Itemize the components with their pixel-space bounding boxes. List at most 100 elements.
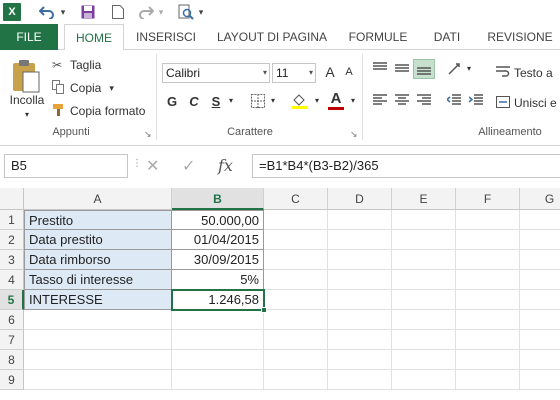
empty-cell[interactable] [24,330,172,350]
row-header[interactable]: 2 [0,230,24,250]
copy-button[interactable]: Copia ▾ [52,79,114,97]
save-icon[interactable] [78,2,98,22]
cell-b2[interactable]: 01/04/2015 [172,230,264,250]
empty-cell[interactable] [520,330,560,350]
cut-button[interactable]: ✂ Taglia [52,56,101,74]
empty-cell[interactable] [392,250,456,270]
row-header[interactable]: 7 [0,330,24,350]
empty-cell[interactable] [328,350,392,370]
enter-icon[interactable]: ✓ [182,156,195,176]
orientation-icon[interactable] [444,62,466,79]
italic-button[interactable]: C [186,94,202,109]
paste-dropdown-icon[interactable]: ▾ [20,108,34,120]
fill-handle[interactable] [261,307,267,313]
empty-cell[interactable] [264,250,328,270]
empty-cell[interactable] [456,330,520,350]
font-size-select[interactable]: 11 ▾ [272,63,316,83]
empty-cell[interactable] [264,310,328,330]
row-header[interactable]: 1 [0,210,24,230]
tab-inserisci[interactable]: INSERISCI [130,24,202,50]
empty-cell[interactable] [520,230,560,250]
borders-icon[interactable] [248,94,268,111]
empty-cell[interactable] [520,310,560,330]
new-icon[interactable] [108,2,128,22]
font-name-dropdown-icon[interactable]: ▾ [263,64,267,82]
empty-cell[interactable] [328,290,392,310]
clipboard-launcher-icon[interactable]: ↘ [144,129,152,140]
column-header[interactable]: F [456,188,520,210]
column-header[interactable]: E [392,188,456,210]
column-header[interactable]: C [264,188,328,210]
empty-cell[interactable] [456,210,520,230]
empty-cell[interactable] [456,370,520,390]
decrease-indent-icon[interactable] [444,94,464,109]
empty-cell[interactable] [392,330,456,350]
align-left-icon[interactable] [370,94,390,109]
empty-cell[interactable] [328,270,392,290]
name-box[interactable]: B5 [4,154,128,178]
tab-revisione[interactable]: REVISIONE [480,24,560,50]
empty-cell[interactable] [328,250,392,270]
bold-button[interactable]: G [164,94,180,109]
copy-dropdown-icon[interactable]: ▾ [109,83,114,94]
empty-cell[interactable] [520,350,560,370]
row-header[interactable]: 3 [0,250,24,270]
empty-cell[interactable] [328,310,392,330]
font-color-dropdown-icon[interactable]: ▾ [348,96,358,105]
align-middle-icon[interactable] [392,62,412,77]
tab-layout-di-pagina[interactable]: LAYOUT DI PAGINA [210,24,334,50]
empty-cell[interactable] [456,230,520,250]
empty-cell[interactable] [392,230,456,250]
align-top-icon[interactable] [370,62,390,77]
column-header[interactable]: D [328,188,392,210]
merge-center-button[interactable]: Unisci e [496,94,557,112]
empty-cell[interactable] [328,230,392,250]
empty-cell[interactable] [520,370,560,390]
empty-cell[interactable] [520,250,560,270]
font-name-select[interactable]: Calibri ▾ [162,63,270,83]
empty-cell[interactable] [328,330,392,350]
row-header-selected[interactable]: 5 [0,290,24,310]
empty-cell[interactable] [172,330,264,350]
redo-icon[interactable] [136,2,156,22]
tab-dati[interactable]: DATI [424,24,470,50]
empty-cell[interactable] [328,370,392,390]
empty-cell[interactable] [264,330,328,350]
empty-cell[interactable] [328,210,392,230]
cell-b5-active[interactable]: 1.246,58 [172,290,264,310]
align-bottom-icon[interactable] [413,59,435,79]
empty-cell[interactable] [456,270,520,290]
redo-dropdown-icon[interactable]: ▾ [156,2,166,22]
empty-cell[interactable] [264,230,328,250]
empty-cell[interactable] [392,290,456,310]
empty-cell[interactable] [520,290,560,310]
select-all-corner[interactable] [0,188,24,210]
empty-cell[interactable] [456,350,520,370]
column-header-selected[interactable]: B [172,188,264,210]
shrink-font-icon[interactable]: A [342,66,356,78]
empty-cell[interactable] [172,350,264,370]
empty-cell[interactable] [392,270,456,290]
cell-a2[interactable]: Data prestito [24,230,172,250]
tab-formule[interactable]: FORMULE [344,24,412,50]
wrap-text-button[interactable]: Testo a [496,64,553,82]
align-center-icon[interactable] [392,94,412,109]
empty-cell[interactable] [520,210,560,230]
cell-a1[interactable]: Prestito [24,210,172,230]
font-color-icon[interactable]: A [326,90,346,110]
column-header[interactable]: A [24,188,172,210]
cell-a3[interactable]: Data rimborso [24,250,172,270]
empty-cell[interactable] [264,290,328,310]
empty-cell[interactable] [264,210,328,230]
empty-cell[interactable] [264,270,328,290]
empty-cell[interactable] [392,350,456,370]
underline-dropdown-icon[interactable]: ▾ [226,96,236,105]
font-size-dropdown-icon[interactable]: ▾ [309,64,313,82]
font-launcher-icon[interactable]: ↘ [350,129,358,140]
undo-dropdown-icon[interactable]: ▾ [58,2,68,22]
print-preview-icon[interactable] [176,2,196,22]
empty-cell[interactable] [264,350,328,370]
align-right-icon[interactable] [414,94,434,109]
cell-a4[interactable]: Tasso di interesse [24,270,172,290]
cell-b3[interactable]: 30/09/2015 [172,250,264,270]
